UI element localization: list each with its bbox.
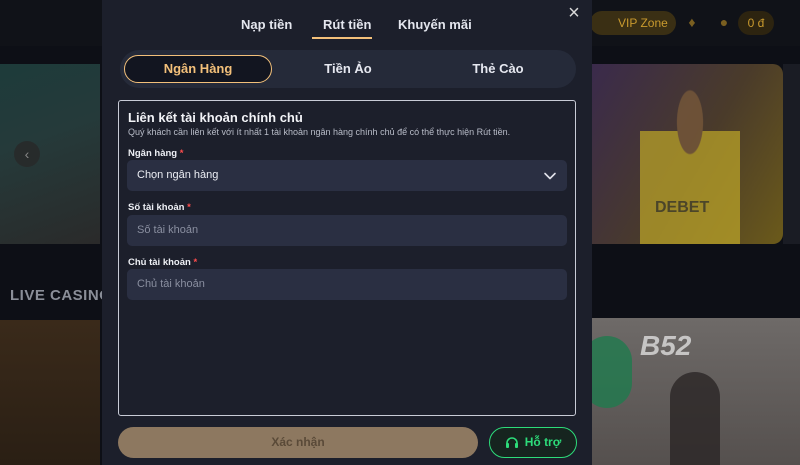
chevron-down-icon (544, 172, 556, 180)
headset-icon (505, 437, 518, 448)
tab-deposit[interactable]: Nạp tiền (241, 17, 292, 32)
vip-zone-label: VIP Zone (618, 16, 668, 30)
game-card-left[interactable] (0, 320, 100, 465)
required-mark: * (179, 148, 184, 159)
bank-select[interactable]: Chọn ngân hàng (127, 160, 567, 191)
tab-withdraw[interactable]: Rút tiền (323, 17, 371, 32)
account-holder-label: Chủ tài khoản * (128, 257, 197, 268)
subtab-card[interactable]: Thẻ Cào (424, 55, 572, 83)
banner-text: DEBET (655, 199, 710, 216)
required-mark: * (193, 257, 198, 268)
game-card-logo: B52 (640, 330, 692, 361)
account-holder-label-text: Chủ tài khoản (128, 257, 191, 268)
bell-icon[interactable]: ● (714, 12, 734, 32)
banner-player-image (640, 70, 740, 244)
page: VIP Zone ♦ ● 0 đ ‹ DEBET LIVE CASINO B52… (0, 0, 800, 465)
account-holder-placeholder: Chủ tài khoản (137, 278, 205, 290)
vip-zone-button[interactable]: VIP Zone (590, 11, 676, 35)
support-label: Hỗ trợ (524, 435, 562, 449)
account-number-label-text: Số tài khoản (128, 202, 185, 213)
bank-select-value: Chọn ngân hàng (137, 169, 219, 181)
section-title: LIVE CASINO (10, 287, 112, 304)
dealer-image (670, 372, 720, 465)
withdraw-modal: Nạp tiền Rút tiền Khuyến mãi × Ngân Hàng… (102, 0, 592, 465)
account-number-placeholder: Số tài khoản (137, 224, 199, 236)
account-holder-field[interactable]: Chủ tài khoản (127, 269, 567, 300)
withdraw-method-tabs: Ngân Hàng Tiền Ảo Thẻ Cào (120, 50, 576, 88)
subtab-crypto[interactable]: Tiền Ảo (274, 55, 422, 83)
account-number-field[interactable]: Số tài khoản (127, 215, 567, 246)
tab-promotions[interactable]: Khuyến mãi (398, 17, 472, 32)
banner-prev-arrow-icon[interactable]: ‹ (14, 141, 40, 167)
account-number-label: Số tài khoản * (128, 202, 191, 213)
subtab-bank[interactable]: Ngân Hàng (124, 55, 272, 83)
gift-icon[interactable]: ♦ (682, 12, 702, 32)
form-title: Liên kết tài khoản chính chủ (128, 110, 303, 125)
required-mark: * (187, 202, 191, 213)
form-description: Quý khách cần liên kết với ít nhất 1 tài… (128, 127, 511, 137)
balance-badge[interactable]: 0 đ (738, 11, 774, 35)
balance-value: 0 đ (747, 16, 765, 30)
bank-label-text: Ngân hàng (128, 148, 178, 159)
banner-edge (783, 64, 800, 244)
modal-tabs: Nạp tiền Rút tiền Khuyến mãi × (102, 0, 592, 40)
bank-label: Ngân hàng * (128, 148, 183, 159)
support-button[interactable]: Hỗ trợ (489, 427, 577, 458)
active-tab-indicator (312, 37, 372, 39)
bank-link-form: Liên kết tài khoản chính chủ Quý khách c… (118, 100, 576, 416)
close-icon[interactable]: × (564, 3, 584, 24)
confirm-button[interactable]: Xác nhận (118, 427, 478, 458)
